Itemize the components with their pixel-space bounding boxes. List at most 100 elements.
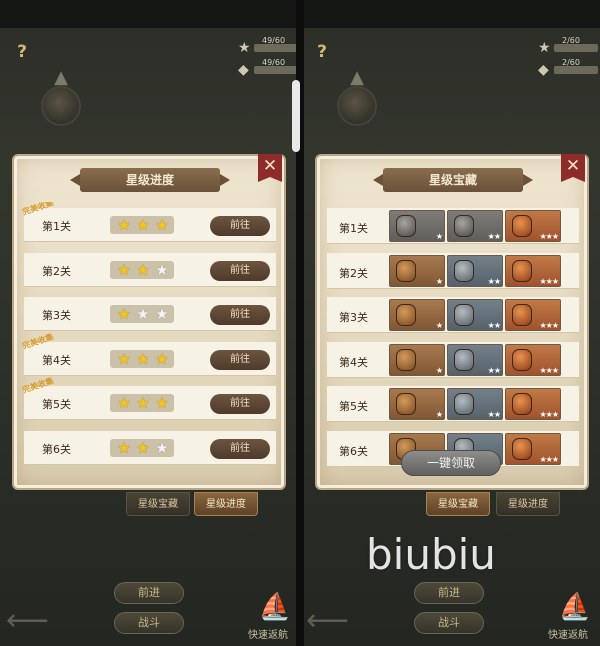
help-icon[interactable]: ?: [12, 42, 32, 64]
chest-stars: ★★: [487, 232, 501, 241]
barrel-icon: [512, 393, 532, 416]
level-label: 第2关: [339, 266, 368, 280]
barrel-icon: [396, 348, 416, 371]
chest-stars: ★★★: [539, 365, 558, 375]
forward-button[interactable]: 前进: [114, 582, 184, 604]
barrel-icon: [454, 304, 474, 327]
bag-stat-text: 49/60: [262, 58, 286, 67]
star-filled-icon: ★: [117, 394, 131, 413]
claim-all-button[interactable]: 一键领取: [401, 450, 501, 476]
go-button[interactable]: 前往: [210, 394, 270, 415]
barrel-icon: [454, 348, 474, 371]
bronze-chest[interactable]: ★: [389, 299, 445, 332]
go-button[interactable]: 前往: [210, 216, 270, 236]
star-rating: ★ ★ ★: [110, 305, 174, 324]
top-strip: [304, 0, 600, 28]
star-filled-icon: ★: [155, 216, 169, 234]
back-arrow-icon[interactable]: ⟵: [306, 606, 349, 636]
bag-stat-bar: [254, 66, 296, 74]
close-button[interactable]: ✕: [258, 154, 282, 182]
star-rating: ★ ★ ★: [110, 349, 174, 368]
go-button[interactable]: 前往: [210, 349, 270, 370]
battle-button[interactable]: 战斗: [414, 612, 484, 634]
silver-chest[interactable]: ★★: [447, 299, 503, 332]
silver-chest[interactable]: ★★: [447, 210, 503, 242]
ship-icon[interactable]: ⛵: [558, 590, 592, 624]
progress-row: 第6关 ★ ★ ★ 前往: [24, 431, 276, 465]
chest-stars: ★★: [487, 276, 501, 286]
barrel-icon: [512, 348, 532, 371]
ship-icon[interactable]: ⛵: [258, 590, 292, 624]
star-filled-icon: ★: [117, 349, 131, 368]
silver-chest[interactable]: ★★: [447, 388, 503, 421]
star-filled-icon: ★: [155, 394, 169, 413]
star-stat-text: 2/60: [562, 36, 580, 45]
progress-row: 第4关 完美收集 ★ ★ ★ 前往: [22, 332, 276, 376]
star-rating: ★ ★ ★: [110, 394, 174, 413]
back-arrow-icon[interactable]: ⟵: [6, 606, 49, 636]
bronze-chest[interactable]: ★: [389, 388, 445, 421]
chest-stars: ★: [435, 276, 443, 286]
chest-stars: ★★★: [539, 321, 558, 331]
chest-stars: ★: [435, 410, 443, 420]
hero-avatar[interactable]: [337, 86, 377, 126]
watermark-text: biubiu: [366, 530, 496, 579]
quick-return-label[interactable]: 快速返航: [248, 626, 288, 641]
gold-chest[interactable]: ★★★: [505, 299, 561, 332]
tab-star-progress[interactable]: 星级进度: [496, 492, 560, 516]
level-label: 第2关: [42, 264, 71, 278]
tab-star-progress[interactable]: 星级进度: [194, 492, 258, 516]
go-button[interactable]: 前往: [210, 260, 270, 281]
battle-button[interactable]: 战斗: [114, 612, 184, 634]
silver-chest[interactable]: ★★: [447, 343, 503, 376]
star-icon: ★: [238, 40, 251, 56]
treasure-row: 第2关 ★ ★★ ★★★: [327, 252, 579, 289]
close-button[interactable]: ✕: [561, 154, 585, 182]
bag-stat-bar: [554, 66, 598, 74]
go-button[interactable]: 前往: [210, 305, 270, 326]
treasure-row: 第1关 ★ ★★ ★★★: [327, 208, 579, 244]
barrel-icon: [512, 438, 532, 460]
gold-chest[interactable]: ★★★: [505, 254, 561, 287]
hero-avatar[interactable]: [41, 86, 81, 126]
barrel-icon: [454, 393, 474, 416]
go-button[interactable]: 前往: [210, 439, 270, 459]
bag-icon: ◆: [538, 62, 549, 78]
forward-button[interactable]: 前进: [414, 582, 484, 604]
chest-stars: ★★★: [539, 232, 558, 241]
tab-star-treasure[interactable]: 星级宝藏: [426, 492, 490, 516]
chest-stars: ★★★: [539, 276, 558, 286]
quick-return-label[interactable]: 快速返航: [548, 626, 588, 641]
level-label: 第4关: [42, 353, 71, 367]
perfect-collect-tag: 完美收集: [22, 202, 55, 217]
chest-stars: ★★★: [539, 455, 558, 464]
divider-handle[interactable]: [292, 80, 300, 152]
star-empty-icon: ★: [155, 305, 169, 324]
gold-chest[interactable]: ★★★: [505, 433, 561, 465]
tab-star-treasure[interactable]: 星级宝藏: [126, 492, 190, 516]
bag-icon: ◆: [238, 62, 249, 78]
bronze-chest[interactable]: ★: [389, 343, 445, 376]
star-stat-bar: [554, 44, 598, 52]
silver-chest[interactable]: ★★: [447, 254, 503, 287]
progress-list[interactable]: 第1关 完美收集 ★ ★ ★ 前往 第2关 ★ ★ ★ 前往 第3关 ★ ★ ★ 前往 第4关 完美收集 ★ ★ ★ 前往…: [22, 202, 276, 478]
treasure-row: 第5关 ★ ★★ ★★★: [327, 386, 579, 423]
barrel-icon: [396, 304, 416, 327]
progress-row: 第1关 完美收集 ★ ★ ★ 前往: [22, 202, 276, 242]
treasure-list[interactable]: 第1关 ★ ★★ ★★★ 第2关 ★ ★★ ★★★ 第3关 ★ ★★ ★★★ 第4关 ★ ★★ ★★★ 第5关 ★…: [325, 202, 579, 478]
chest-stars: ★: [435, 321, 443, 331]
gold-chest[interactable]: ★★★: [505, 343, 561, 376]
star-rating: ★ ★ ★: [110, 439, 174, 457]
star-filled-icon: ★: [136, 260, 150, 279]
progress-row: 第3关 ★ ★ ★ 前往: [24, 297, 276, 332]
gold-chest[interactable]: ★★★: [505, 388, 561, 421]
panel-title: 星级宝藏: [373, 168, 533, 192]
progress-row: 第5关 完美收集 ★ ★ ★ 前往: [22, 377, 276, 421]
help-icon[interactable]: ?: [312, 42, 332, 64]
gold-chest[interactable]: ★★★: [505, 210, 561, 242]
star-rating: ★ ★ ★: [110, 216, 174, 234]
bronze-chest[interactable]: ★: [389, 254, 445, 287]
bronze-chest[interactable]: ★: [389, 210, 445, 242]
star-rating: ★ ★ ★: [110, 260, 174, 279]
chest-stars: ★★: [487, 410, 501, 420]
